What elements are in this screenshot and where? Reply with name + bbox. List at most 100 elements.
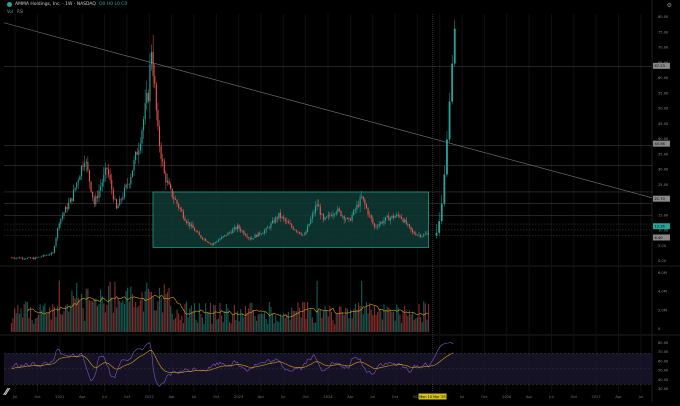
candle-body [311,214,313,219]
volume-bar [413,319,415,332]
candle-body [412,229,414,233]
indicator-label-rsi[interactable]: RSI [17,9,24,14]
time-axis-label: Oct [303,395,310,399]
candle-body [22,257,24,259]
candle-body [87,161,89,171]
volume-bar [332,320,334,332]
candle-body [338,208,340,211]
candle-body [130,177,132,185]
volume-bar [271,313,274,332]
symbol-label[interactable]: AMMA Holdings, Inc. · 1W · NASDAQ [15,2,96,7]
gear-icon[interactable]: ⚙ [667,2,672,9]
candle-body [141,130,143,144]
volume-bar [50,319,52,332]
candle-body [236,225,239,230]
time-axis-label: 2023 [234,395,243,399]
candle-body [402,218,404,223]
volume-bar [357,302,360,332]
volume-bar [114,281,116,332]
candle-body [181,209,183,212]
candle-body [230,232,232,234]
candle-body [192,224,194,229]
candle-body [190,224,192,227]
volume-bar [279,314,282,332]
volume-bar [300,317,302,332]
volume-bar [152,297,154,332]
volume-axis-label: 6.0M [658,271,667,275]
volume-bar [343,314,345,332]
time-axis-label: 2024 [323,395,333,399]
candle-body [44,255,46,256]
volume-bar [221,315,223,332]
candle-body [139,143,141,151]
volume-bar [28,317,30,332]
indicator-label-vol[interactable]: Vol [7,9,13,14]
volume-bar [197,322,199,332]
indicator-legend: Vol RSI [7,9,23,14]
volume-bar [217,318,219,332]
candle-body [276,217,278,219]
candle-body [377,226,379,228]
time-axis-label: Apr [168,395,175,399]
price-axis-label: 55.00 [658,91,669,95]
volume-bar [364,308,366,332]
candle-body [101,182,103,187]
time-axis-label: Oct [481,395,488,399]
volume-bar [104,312,106,332]
candle-body [270,223,272,228]
candle-body [369,214,371,216]
volume-bar [219,303,221,332]
volume-bar [147,288,149,332]
candle-body [29,257,32,259]
volume-bar [369,303,371,332]
volume-bar [20,308,22,332]
candle-body [179,207,181,210]
volume-bar [340,306,342,332]
volume-bar [198,303,200,332]
volume-bar [112,312,114,332]
chart-svg[interactable]: 80.0075.0070.0065.0060.0055.0050.0045.00… [0,0,680,402]
volume-bar [10,323,13,332]
candle-body [299,231,301,234]
candle-body [365,204,368,209]
candle-body [144,103,146,120]
candle-body [66,206,68,209]
volume-bar [260,313,262,332]
candle-body [408,224,411,227]
candle-body [233,227,235,230]
candle-body [346,217,348,219]
candle-body [47,255,49,256]
chart-area[interactable]: 80.00 75.00 70.00 65.00 60.00 55.00 50.00 45.00… [0,0,680,402]
candle-body [25,258,27,260]
candle-body [275,217,277,223]
candle-body [114,199,116,200]
candle-body [189,222,191,227]
candle-body [383,220,385,224]
volume-bar [17,305,19,332]
volume-bar [115,307,118,332]
candle-body [150,51,153,65]
volume-bar [257,314,259,332]
price-axis-label: 40.00 [658,137,669,141]
volume-bar [123,303,126,332]
volume-bar [12,318,14,332]
volume-bar [53,306,55,332]
price-axis-label: 50.00 [658,107,669,111]
candle-body [227,232,229,236]
candle-body [69,198,71,203]
candle-body [418,234,420,236]
candle-body [14,258,16,259]
volume-bar [128,301,130,332]
candle-body [394,216,396,218]
candle-body [286,220,288,222]
price-axis-label: 45.00 [658,122,669,126]
volume-bar [144,291,146,332]
volume-bar [397,307,399,332]
volume-bar [87,288,89,332]
time-axis-label: Oct [124,395,131,399]
volume-bar [286,314,288,332]
volume-bar [244,306,247,332]
candle-body [362,196,364,200]
candle-body [260,233,262,235]
candle-body [389,217,391,221]
